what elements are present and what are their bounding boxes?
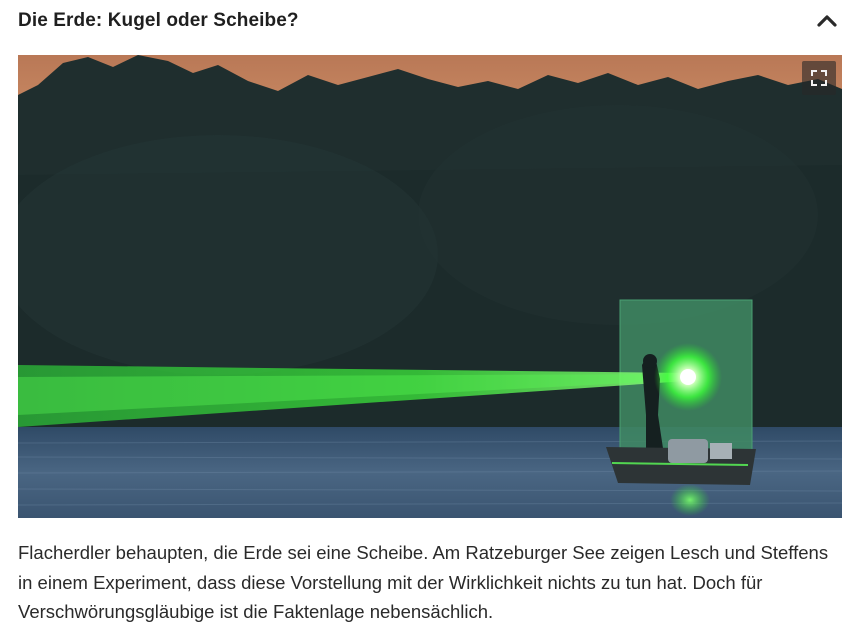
image-caption: Flacherdler behaupten, die Erde sei eine…	[18, 542, 829, 622]
section-title: Die Erde: Kugel oder Scheibe?	[18, 10, 299, 31]
laser-experiment-photo	[18, 55, 842, 518]
section-header[interactable]: Die Erde: Kugel oder Scheibe?	[18, 0, 840, 42]
article-image	[18, 55, 842, 518]
fullscreen-button[interactable]	[802, 61, 836, 95]
fullscreen-icon	[811, 70, 827, 86]
chevron-up-icon[interactable]	[814, 8, 840, 34]
